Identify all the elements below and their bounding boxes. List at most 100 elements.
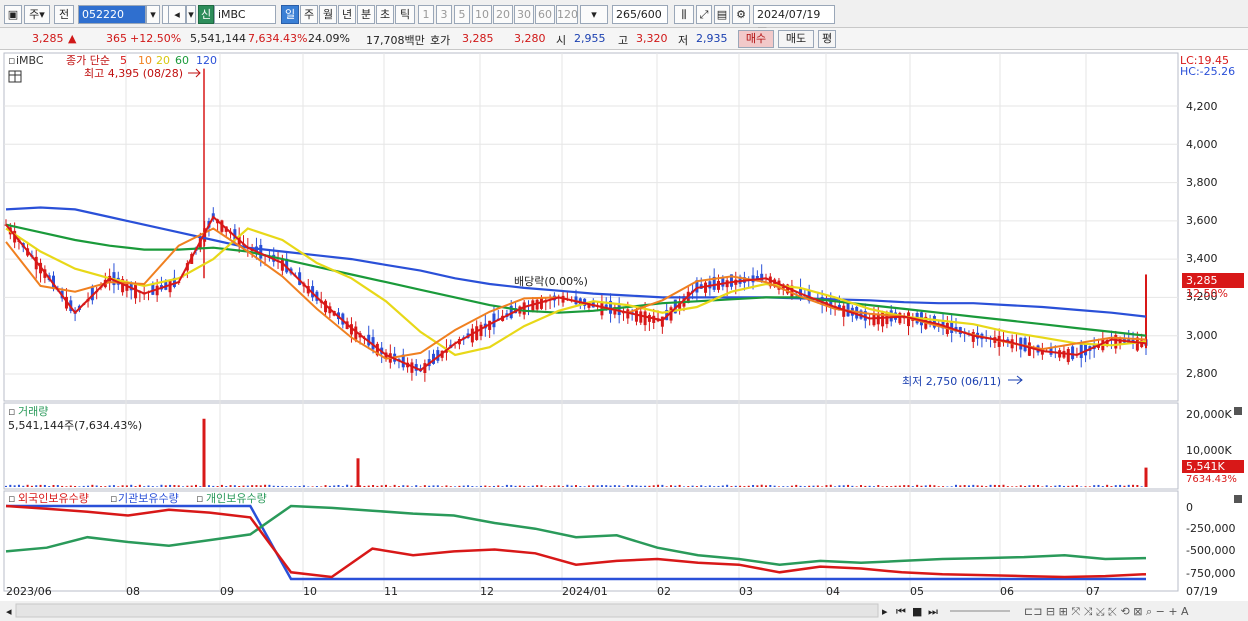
chart-area[interactable]: ▫ iMBC 종가 단순 5 10 20 60 120 LC:19.45 HC:… xyxy=(0,51,1248,621)
period-type-select[interactable]: 주▾ xyxy=(24,5,50,24)
speaker-icon[interactable]: ◂ xyxy=(168,5,186,24)
custom-number-dropdown[interactable]: ▾ xyxy=(580,5,608,24)
volume-bar xyxy=(549,486,552,487)
volume-bar xyxy=(428,485,431,487)
volume-bar xyxy=(156,486,159,487)
x-axis-label: 08 xyxy=(126,585,140,598)
volume-bar xyxy=(967,485,970,487)
num-button-5[interactable]: 5 xyxy=(454,5,470,24)
num-button-1[interactable]: 1 xyxy=(418,5,434,24)
volume-bar xyxy=(864,485,867,487)
volume-bar xyxy=(527,486,530,487)
high-annotation: 최고 4,395 (08/28) xyxy=(84,67,183,80)
num-button-120[interactable]: 120 xyxy=(556,5,578,24)
volume-bar xyxy=(1140,486,1143,487)
volume-bar xyxy=(553,485,556,487)
forward-icon[interactable]: ⏭ xyxy=(928,605,938,618)
current-price-tag-text: 3,285 xyxy=(1186,274,1218,287)
tab-interval-week[interactable]: 주 xyxy=(300,5,318,24)
volume-bar xyxy=(125,485,128,487)
volume-bar xyxy=(39,484,42,487)
volume-bar xyxy=(462,485,465,487)
crosshair-icon[interactable]: ⤢ xyxy=(696,5,712,24)
volume-bar xyxy=(838,485,841,487)
scroll-left-icon[interactable]: ◂ xyxy=(6,605,12,618)
avg-button[interactable]: 평 xyxy=(818,30,836,48)
volume-bar xyxy=(860,485,862,487)
volume-close-icon[interactable] xyxy=(1234,407,1242,415)
candle-body xyxy=(1071,346,1075,360)
num-button-60[interactable]: 60 xyxy=(535,5,555,24)
volume-bar xyxy=(22,485,25,487)
code-dropdown-icon[interactable]: ▾ xyxy=(146,5,160,24)
volume-bar xyxy=(700,485,703,487)
stock-code-input[interactable]: 052220 xyxy=(78,5,146,24)
num-button-30[interactable]: 30 xyxy=(514,5,534,24)
volume-bar xyxy=(255,485,258,487)
stop-icon[interactable]: ■ xyxy=(912,605,922,618)
speaker-dropdown-icon[interactable]: ▾ xyxy=(186,5,196,24)
volume-bar xyxy=(652,485,655,487)
volume-bar xyxy=(834,486,837,487)
tab-interval-minute[interactable]: 분 xyxy=(357,5,375,24)
data-count-field[interactable]: 265/600 xyxy=(612,5,668,24)
price-tick: 3,400 xyxy=(1186,252,1218,265)
volume-tick: 20,000K xyxy=(1186,408,1232,421)
volume-bar xyxy=(173,485,176,487)
volume-bar xyxy=(333,485,336,487)
volume-bar xyxy=(26,484,29,487)
volume-bar xyxy=(87,485,90,487)
buy-button[interactable]: 매수 xyxy=(738,30,774,48)
date-picker[interactable]: 2024/07/19 ▦ xyxy=(753,5,835,38)
volume-bar xyxy=(1132,484,1135,487)
num-button-10[interactable]: 10 xyxy=(472,5,492,24)
volume-bar xyxy=(69,485,72,487)
volume-bar xyxy=(739,485,742,487)
tab-interval-tick[interactable]: 틱 xyxy=(395,5,415,24)
volume-bar xyxy=(290,486,292,487)
candle-icon[interactable]: ⫼ xyxy=(674,5,694,24)
num-button-3[interactable]: 3 xyxy=(436,5,452,24)
ma-legend-120: 120 xyxy=(196,54,217,67)
volume-bar xyxy=(475,486,478,487)
tab-interval-month[interactable]: 월 xyxy=(319,5,337,24)
candle-body xyxy=(1019,337,1023,350)
candle-body xyxy=(643,311,647,326)
stock-name-field[interactable]: iMBC xyxy=(214,5,276,24)
tab-interval-day[interactable]: 일 xyxy=(281,5,299,24)
volume-spike-bar xyxy=(1144,467,1148,487)
volume-bar xyxy=(639,485,642,487)
horizontal-scrollbar[interactable] xyxy=(15,603,879,618)
holdings-legend-grip-icon: ▫ xyxy=(196,492,203,505)
volume-bar xyxy=(134,486,137,487)
prev-button[interactable]: 전 xyxy=(54,5,74,24)
chart-svg[interactable]: ▫ iMBC 종가 단순 5 10 20 60 120 LC:19.45 HC:… xyxy=(0,51,1248,621)
tool-icons[interactable]: ⊏⊐ ⊟ ⊞ ⤧ ⤨ ⤩ ⤪ ⟲ ⊠ ⌕ − + A xyxy=(1024,605,1189,618)
holdings-close-icon[interactable] xyxy=(1234,495,1242,503)
volume-bar xyxy=(484,485,487,487)
volume-bar xyxy=(251,485,254,487)
volume-bar xyxy=(186,485,189,487)
volume-bar xyxy=(1045,485,1048,487)
settings-icon[interactable]: ⚙ xyxy=(732,5,750,24)
volume-bar xyxy=(1088,486,1091,487)
x-axis-label: 06 xyxy=(1000,585,1014,598)
save-icon[interactable]: ▤ xyxy=(714,5,730,24)
scroll-right-icon[interactable]: ▸ xyxy=(882,605,888,618)
volume-bar xyxy=(160,484,163,487)
volume-bar xyxy=(929,484,932,487)
volume-bar xyxy=(691,485,694,487)
num-button-20[interactable]: 20 xyxy=(493,5,513,24)
volume-bar xyxy=(441,486,444,487)
sell-button[interactable]: 매도 xyxy=(778,30,814,48)
x-axis-label: 02 xyxy=(657,585,671,598)
price-tick: 2,800 xyxy=(1186,367,1218,380)
volume-bar xyxy=(661,484,664,487)
tab-interval-year[interactable]: 년 xyxy=(338,5,356,24)
window-icon[interactable]: ▣ xyxy=(4,5,22,24)
tab-interval-second[interactable]: 초 xyxy=(376,5,394,24)
candle-body xyxy=(1066,349,1070,363)
rewind-icon[interactable]: ⏮ xyxy=(896,605,906,618)
volume-bar xyxy=(380,485,383,487)
price-tick: 3,600 xyxy=(1186,214,1218,227)
